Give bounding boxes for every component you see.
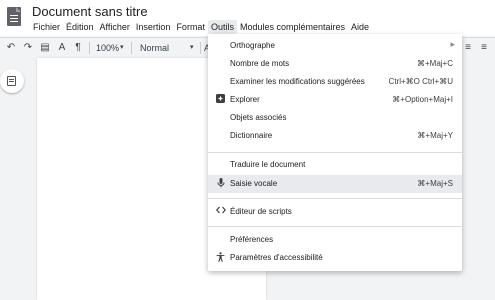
toolbar-divider	[131, 42, 132, 54]
menu-item-script-editor[interactable]: Éditeur de scripts	[208, 203, 462, 221]
zoom-chevron-down-icon[interactable]: ▾	[120, 38, 124, 58]
menu-item-review-suggested-edits[interactable]: Examiner les modifications suggérées Ctr…	[208, 73, 462, 91]
menu-item-label: Saisie vocale	[230, 179, 278, 188]
menu-item-shortcut: ⌘+Maj+S	[417, 179, 453, 188]
menu-item-word-count[interactable]: Nombre de mots ⌘+Maj+C	[208, 55, 462, 73]
submenu-arrow-icon: ▸	[450, 39, 455, 49]
toolbar-divider	[200, 42, 201, 54]
undo-icon[interactable]: ↶	[6, 43, 16, 53]
menu-item-linked-objects[interactable]: Objets associés	[208, 109, 462, 127]
menu-divider	[208, 152, 462, 153]
spellcheck-icon[interactable]: A	[57, 43, 67, 53]
menu-item-shortcut: Ctrl+⌘O Ctrl+⌘U	[388, 77, 453, 86]
style-chevron-down-icon[interactable]: ▾	[190, 38, 194, 58]
menu-item-accessibility-settings[interactable]: Paramètres d'accessibilité	[208, 249, 462, 267]
menu-item-label: Examiner les modifications suggérées	[230, 77, 365, 86]
code-icon	[215, 206, 226, 217]
menu-view[interactable]: Afficher	[97, 20, 133, 34]
print-icon[interactable]: ▤	[40, 43, 50, 53]
align-justify-icon[interactable]: ≡	[479, 43, 489, 53]
docs-logo-icon[interactable]	[7, 7, 21, 26]
menu-item-label: Orthographe	[230, 41, 275, 50]
menu-bar: Fichier Édition Afficher Insertion Forma…	[30, 20, 372, 34]
menu-item-shortcut: ⌘+Maj+Y	[417, 131, 453, 140]
menu-item-label: Objets associés	[230, 113, 287, 122]
menu-item-label: Traduire le document	[230, 160, 306, 169]
menu-item-label: Nombre de mots	[230, 59, 290, 68]
menu-item-spelling[interactable]: Orthographe ▸	[208, 37, 462, 55]
style-select[interactable]: Normal	[140, 38, 169, 58]
header: Document sans titre Fichier Édition Affi…	[0, 0, 495, 36]
menu-item-explore[interactable]: Explorer ⌘+Option+Maj+I	[208, 91, 462, 109]
menu-item-translate-document[interactable]: Traduire le document	[208, 156, 462, 174]
menu-addons[interactable]: Modules complémentaires	[237, 20, 348, 34]
menu-divider	[208, 226, 462, 227]
paint-format-icon[interactable]: ¶	[73, 43, 83, 53]
toolbar-divider	[89, 42, 90, 54]
menu-item-voice-typing[interactable]: Saisie vocale ⌘+Maj+S	[208, 175, 462, 193]
document-title[interactable]: Document sans titre	[32, 4, 148, 19]
microphone-icon	[215, 178, 226, 189]
menu-item-preferences[interactable]: Préférences	[208, 231, 462, 249]
align-right-icon[interactable]: ≡	[463, 43, 473, 53]
menu-insert[interactable]: Insertion	[133, 20, 174, 34]
menu-item-label: Paramètres d'accessibilité	[230, 253, 323, 262]
zoom-select[interactable]: 100%	[96, 38, 119, 58]
menu-item-dictionary[interactable]: Dictionnaire ⌘+Maj+Y	[208, 127, 462, 145]
redo-icon[interactable]: ↷	[23, 43, 33, 53]
outline-button[interactable]	[0, 69, 24, 93]
menu-help[interactable]: Aide	[348, 20, 372, 34]
menu-item-label: Dictionnaire	[230, 131, 273, 140]
explore-icon	[215, 94, 226, 105]
menu-item-label: Éditeur de scripts	[230, 207, 292, 216]
accessibility-icon	[215, 252, 226, 263]
menu-item-label: Préférences	[230, 235, 274, 244]
menu-format[interactable]: Format	[173, 20, 208, 34]
menu-edit[interactable]: Édition	[63, 20, 97, 34]
outline-icon	[7, 76, 16, 86]
menu-divider	[208, 198, 462, 199]
menu-file[interactable]: Fichier	[30, 20, 63, 34]
menu-item-shortcut: ⌘+Option+Maj+I	[392, 95, 453, 104]
menu-item-shortcut: ⌘+Maj+C	[416, 59, 453, 68]
tools-menu: Orthographe ▸ Nombre de mots ⌘+Maj+C Exa…	[208, 34, 462, 271]
menu-item-label: Explorer	[230, 95, 260, 104]
menu-tools[interactable]: Outils	[207, 20, 237, 34]
